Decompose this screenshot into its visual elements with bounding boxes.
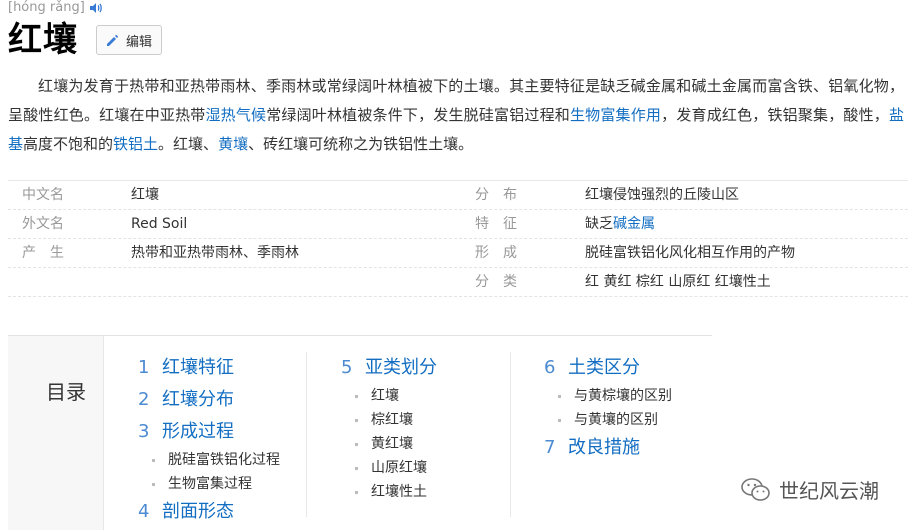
link-bio-enrichment[interactable]: 生物富集作用	[570, 106, 661, 124]
info-label: 产 生	[22, 245, 64, 261]
watermark: 世纪风云潮	[741, 475, 879, 504]
intro-text: ，发育成红色，铁铝聚集，酸性，	[661, 106, 889, 124]
pinyin-text: [hóng rǎng]	[8, 0, 85, 15]
intro-text: 常绿阔叶林植被条件下，发生脱硅富铝过程和	[266, 106, 570, 124]
info-value: 红 黄红 棕红 山原红 红壤性土	[585, 274, 771, 290]
info-value: Red Soil	[131, 216, 188, 232]
info-label: 外文名	[22, 216, 64, 232]
info-value: 热带和亚热带雨林、季雨林	[131, 245, 299, 261]
toc-subitem[interactable]: 与黄棕壤的区别	[544, 384, 672, 408]
link-humid-climate[interactable]: 湿热气候	[205, 106, 266, 124]
link-yellow-soil[interactable]: 黄壤	[218, 135, 248, 153]
info-row: 中文名 红壤 分 布 红壤侵蚀强烈的丘陵山区	[8, 181, 908, 210]
pinyin: [hóng rǎng]	[8, 0, 102, 16]
toc-label: 红壤特征	[162, 357, 234, 378]
toc-item[interactable]: 1 红壤特征	[138, 352, 280, 384]
toc-divider	[306, 352, 307, 517]
edit-label: 编辑	[126, 34, 153, 50]
toc-item[interactable]: 2 红壤分布	[138, 384, 280, 416]
info-label: 特 征	[475, 216, 517, 232]
toc-label: 亚类划分	[365, 357, 437, 378]
toc-item[interactable]: 5 亚类划分	[341, 352, 437, 384]
toc-subitem[interactable]: 棕红壤	[341, 408, 437, 432]
toc-subitem[interactable]: 红壤	[341, 384, 437, 408]
toc-number: 4	[138, 501, 150, 522]
info-row: 外文名 Red Soil 特 征 缺乏碱金属	[8, 210, 908, 239]
speaker-icon[interactable]	[89, 2, 102, 14]
toc-item[interactable]: 7 改良措施	[544, 432, 672, 464]
intro-paragraph: 红壤为发育于热带和亚热带雨林、季雨林或常绿阔叶林植被下的土壤。其主要特征是缺乏碱…	[8, 72, 904, 159]
toc-number: 5	[341, 357, 353, 378]
info-label: 中文名	[22, 187, 64, 203]
toc-item[interactable]: 3 形成过程	[138, 416, 280, 448]
wechat-icon	[741, 477, 770, 501]
toc-item[interactable]: 6 土类区分	[544, 352, 672, 384]
toc-number: 3	[138, 421, 150, 442]
info-label: 形 成	[475, 245, 517, 261]
intro-text: 、砖红壤可统称之为铁铝性土壤。	[248, 135, 474, 153]
toc-column-1: 1 红壤特征 2 红壤分布 3 形成过程 脱硅富铁铝化过程 生物富集过程 4 剖面形态	[138, 352, 280, 528]
toc-subitem[interactable]: 与黄壤的区别	[544, 408, 672, 432]
infobox: 中文名 红壤 分 布 红壤侵蚀强烈的丘陵山区 外文名 Red Soil 特 征 …	[8, 180, 908, 297]
watermark-text: 世纪风云潮	[779, 479, 879, 503]
link-alkali-metal[interactable]: 碱金属	[613, 216, 655, 232]
toc-item[interactable]: 4 剖面形态	[138, 496, 280, 528]
pencil-icon	[107, 34, 119, 46]
title-row: 红壤 编辑	[8, 18, 163, 62]
info-value: 红壤侵蚀强烈的丘陵山区	[585, 187, 739, 203]
info-value-text: 缺乏	[585, 216, 613, 232]
toc-number: 6	[544, 357, 556, 378]
toc-heading-panel: 目录	[8, 336, 104, 530]
info-row: 产 生 热带和亚热带雨林、季雨林 形 成 脱硅富铁铝化风化相互作用的产物	[8, 239, 908, 268]
table-of-contents: 目录 1 红壤特征 2 红壤分布 3 形成过程 脱硅富铁铝化过程 生物富集过程 4 剖面…	[8, 335, 712, 530]
toc-label: 形成过程	[162, 421, 234, 442]
toc-number: 1	[138, 357, 150, 378]
info-value: 脱硅富铁铝化风化相互作用的产物	[585, 245, 795, 261]
intro-text: 。红壤、	[158, 135, 219, 153]
info-value: 缺乏碱金属	[585, 210, 905, 239]
info-label: 分 布	[475, 187, 517, 203]
edit-button[interactable]: 编辑	[96, 25, 163, 55]
toc-subitem[interactable]: 生物富集过程	[138, 472, 280, 496]
link-ferralsol[interactable]: 铁铝土	[113, 135, 158, 153]
toc-subitem[interactable]: 脱硅富铁铝化过程	[138, 448, 280, 472]
toc-label: 改良措施	[568, 437, 640, 458]
toc-heading: 目录	[46, 380, 86, 404]
toc-number: 7	[544, 437, 556, 458]
intro-text: 高度不饱和的	[23, 135, 114, 153]
toc-label: 剖面形态	[162, 501, 234, 522]
info-row: 分 类 红 黄红 棕红 山原红 红壤性土	[8, 268, 908, 297]
page-title: 红壤	[8, 20, 78, 60]
toc-label: 红壤分布	[162, 389, 234, 410]
toc-number: 2	[138, 389, 150, 410]
toc-divider	[510, 352, 511, 517]
toc-column-2: 5 亚类划分 红壤 棕红壤 黄红壤 山原红壤 红壤性土	[341, 352, 437, 504]
toc-label: 土类区分	[568, 357, 640, 378]
info-label: 分 类	[475, 274, 517, 290]
toc-column-3: 6 土类区分 与黄棕壤的区别 与黄壤的区别 7 改良措施	[544, 352, 672, 464]
toc-subitem[interactable]: 黄红壤	[341, 432, 437, 456]
info-value: 红壤	[131, 187, 159, 203]
toc-subitem[interactable]: 红壤性土	[341, 480, 437, 504]
toc-subitem[interactable]: 山原红壤	[341, 456, 437, 480]
